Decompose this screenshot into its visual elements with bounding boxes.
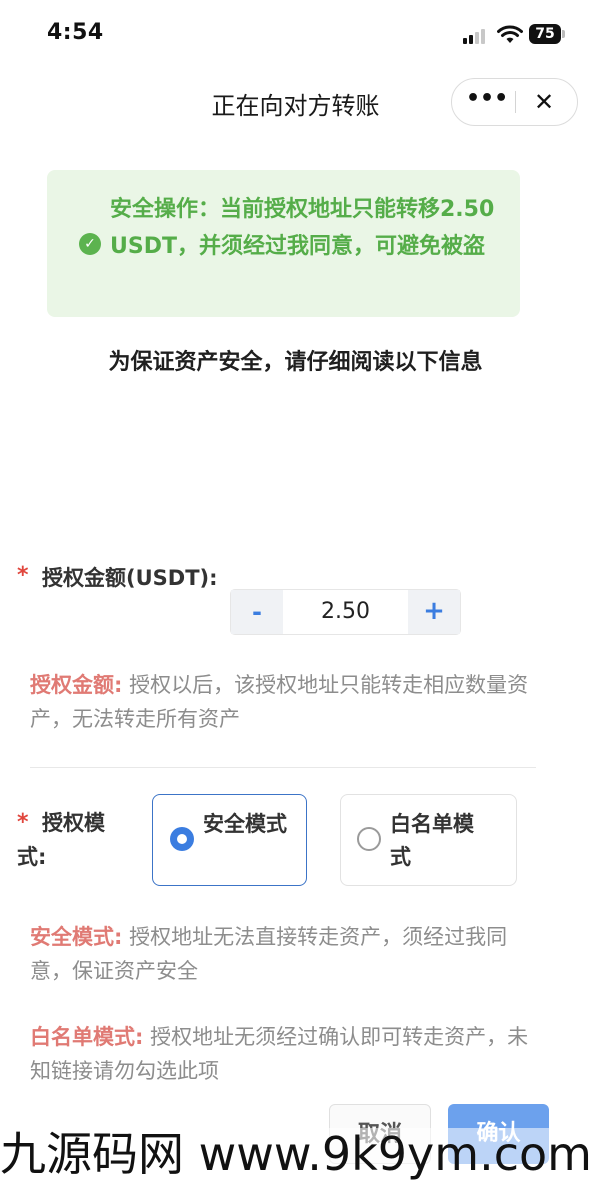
battery-icon: 75: [529, 24, 561, 44]
radio-selected-icon[interactable]: [170, 827, 194, 851]
more-button[interactable]: •••: [466, 88, 508, 116]
battery-tip: [562, 30, 565, 38]
decrease-button[interactable]: -: [231, 590, 283, 634]
increase-button[interactable]: +: [408, 590, 460, 634]
amount-desc-title: 授权金额:: [30, 673, 123, 697]
white-desc-title: 白名单模式:: [30, 1025, 144, 1049]
watermark-text: 九源码网 www.9k9ym.com: [0, 1127, 591, 1181]
close-button[interactable]: ✕: [528, 86, 560, 118]
required-mark: *: [17, 563, 29, 588]
security-notice-text: 安全操作：当前授权地址只能转移2.50 USDT，并须经过我同意，可避免被盗: [110, 197, 495, 259]
whitelist-mode-description: 白名单模式: 授权地址无须经过确认即可转走资产，未知链接请勿勾选此项: [30, 1020, 530, 1088]
mode-label-cont: 式:: [17, 845, 47, 869]
intro-text: 为保证资产安全，请仔细阅读以下信息: [108, 350, 483, 375]
capsule-divider: [515, 91, 516, 113]
safe-mode-label: 安全模式: [203, 812, 287, 836]
safe-desc-title: 安全模式:: [30, 925, 123, 949]
wifi-icon: [497, 25, 523, 43]
cellular-signal-icon: [463, 28, 489, 44]
amount-description: 授权金额: 授权以后，该授权地址只能转走相应数量资产，无法转走所有资产: [30, 668, 530, 736]
amount-label: 授权金额(USDT):: [42, 566, 218, 590]
check-circle-icon: ✓: [79, 233, 101, 255]
amount-input[interactable]: 2.50: [283, 590, 408, 634]
whitelist-mode-label: 白名单模式: [390, 812, 474, 869]
safe-mode-description: 安全模式: 授权地址无法直接转走资产，须经过我同意，保证资产安全: [30, 920, 530, 988]
section-divider: [30, 767, 536, 768]
mode-label: 授权模: [42, 811, 105, 835]
status-time: 4:54: [47, 20, 104, 45]
radio-unselected-icon[interactable]: [357, 827, 381, 851]
required-mark: *: [17, 810, 29, 835]
